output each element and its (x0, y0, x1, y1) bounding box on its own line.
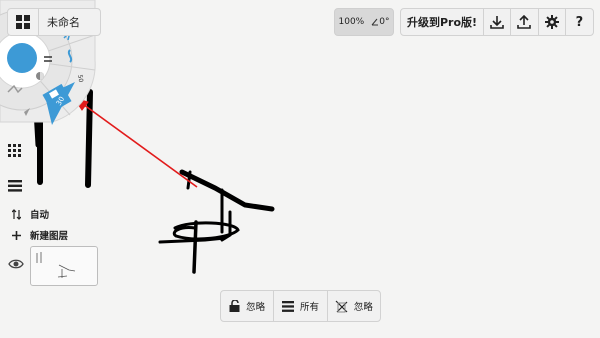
zoom-level: 100% (338, 17, 365, 27)
grid-icon (16, 15, 30, 29)
new-layer-button[interactable]: 新建图层 (12, 228, 68, 242)
palette-grid-button[interactable] (6, 142, 24, 160)
stroke-4 (179, 169, 275, 212)
settings-button[interactable] (539, 9, 566, 35)
rotation-value: 0° (379, 17, 390, 27)
new-layer-label: 新建图层 (30, 231, 69, 242)
layer-thumbnail[interactable] (30, 246, 98, 286)
sort-icon (12, 208, 21, 220)
eye-icon[interactable] (8, 258, 24, 270)
ignore-ruler-label: 忽略 (353, 302, 373, 313)
lock-toggle[interactable]: 忽略 (221, 291, 275, 321)
document-bar: 未命名 (7, 8, 101, 36)
stroke-8 (172, 221, 240, 241)
ruler-off-icon (335, 300, 348, 312)
ruler-toggle[interactable]: 忽略 (328, 291, 380, 321)
stroke-10 (192, 220, 198, 274)
plus-icon (12, 230, 21, 240)
gallery-button[interactable] (8, 8, 39, 36)
ignore-lock-label: 忽略 (246, 302, 266, 313)
auto-label: 自动 (30, 210, 50, 221)
layers-button[interactable] (6, 177, 24, 195)
bottom-toolbar: 忽略 所有 忽略 (220, 290, 381, 322)
document-title[interactable]: 未命名 (39, 14, 80, 30)
layer-preview-drawing (36, 252, 76, 278)
upgrade-pro-button[interactable]: 升级到Pro版! (401, 9, 485, 35)
all-layers-toggle[interactable]: 所有 (274, 291, 328, 321)
layers-icon (8, 180, 22, 192)
help-button[interactable]: ? (566, 9, 593, 35)
upload-button[interactable] (511, 9, 539, 35)
stack-icon (281, 300, 294, 312)
all-layers-label: 所有 (299, 302, 319, 313)
auto-sort-row[interactable]: 自动 (12, 207, 49, 221)
top-toolbar: 升级到Pro版! ? (400, 8, 594, 36)
wheel-secondary-label: 50 (76, 74, 84, 83)
color-swatch (7, 43, 37, 73)
download-icon (490, 16, 504, 29)
zoom-rotation-indicator[interactable]: 100% 0° (334, 8, 394, 36)
upload-icon (517, 15, 532, 29)
help-icon: ? (575, 14, 584, 30)
lock-icon (229, 300, 240, 312)
gear-icon (544, 15, 559, 29)
palette-grid-icon (8, 144, 21, 157)
rotation-level: 0° (371, 17, 389, 27)
download-button[interactable] (484, 9, 512, 35)
